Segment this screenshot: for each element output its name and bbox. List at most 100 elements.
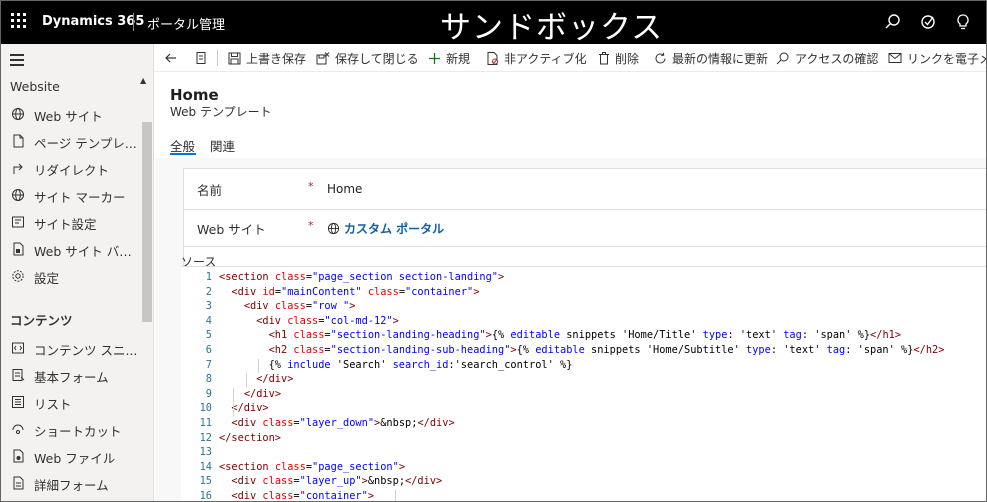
search-icon[interactable] bbox=[883, 12, 903, 32]
lightbulb-icon[interactable] bbox=[953, 12, 973, 32]
sitemap-item-site-markers[interactable]: サイト マーカー bbox=[0, 182, 140, 208]
sitemap-navigation: Website ▲ Web サイト ページ テンプレ... リダイレクト サイト… bbox=[0, 44, 154, 502]
sitemap-item-page-templates[interactable]: ページ テンプレ... bbox=[0, 128, 140, 154]
website-lookup-value: カスタム ポータル bbox=[344, 222, 445, 236]
hamburger-menu-icon[interactable] bbox=[10, 52, 26, 66]
delete-button[interactable]: 削除 bbox=[598, 44, 640, 71]
globe-icon bbox=[11, 188, 25, 202]
code-text: </section> bbox=[219, 431, 281, 444]
deactivate-button-label: 非アクティブ化 bbox=[504, 51, 587, 66]
globe-icon bbox=[11, 107, 25, 121]
page-icon bbox=[11, 134, 25, 148]
record-title: Home bbox=[170, 86, 219, 104]
sitemap-item-websites[interactable]: Web サイト bbox=[0, 101, 140, 127]
name-field-label: 名前 bbox=[197, 183, 223, 198]
field-divider bbox=[183, 246, 987, 247]
line-number: 8 bbox=[205, 373, 212, 386]
sitemap-item-content-snippets[interactable]: コンテンツ スニ... bbox=[0, 335, 140, 361]
email-icon bbox=[888, 53, 902, 63]
sitemap-item-lists[interactable]: リスト bbox=[0, 389, 140, 415]
code-text: </div> bbox=[243, 387, 282, 400]
sitemap-item-label: 基本フォーム bbox=[34, 370, 109, 385]
code-text: <div class="container"> bbox=[231, 490, 375, 502]
save-button[interactable]: 上書き保存 bbox=[228, 44, 307, 71]
code-line: 7 {% include 'Search' search_id:'search_… bbox=[181, 359, 987, 374]
code-line: 4 <div class="col-md-12"> bbox=[181, 315, 987, 330]
app-launcher-icon[interactable] bbox=[10, 12, 30, 32]
indent-guide bbox=[233, 402, 235, 417]
line-number: 1 bbox=[205, 271, 212, 283]
sitemap-item-label: ページ テンプレ... bbox=[34, 136, 137, 151]
line-number: 9 bbox=[205, 387, 212, 400]
line-number: 16 bbox=[199, 490, 212, 502]
line-number: 2 bbox=[205, 285, 212, 298]
code-line: 13 bbox=[181, 446, 987, 461]
sitemap-scrollbar[interactable] bbox=[142, 122, 152, 322]
task-icon[interactable] bbox=[918, 12, 938, 32]
website-lookup-link[interactable]: カスタム ポータル bbox=[327, 220, 444, 237]
sitemap-item-shortcuts[interactable]: ショートカット bbox=[0, 416, 140, 442]
save-button-label: 上書き保存 bbox=[246, 51, 307, 66]
snippet-icon bbox=[11, 341, 25, 355]
delete-button-label: 削除 bbox=[615, 51, 640, 66]
top-navigation-bar: Dynamics 365 ポータル管理 サンドボックス bbox=[0, 0, 987, 46]
code-line: 3 <div class="row "> bbox=[181, 300, 987, 315]
app-name[interactable]: Dynamics 365 bbox=[42, 14, 144, 29]
new-button[interactable]: 新規 bbox=[428, 44, 471, 71]
sitemap-item-site-settings[interactable]: サイト設定 bbox=[0, 209, 140, 235]
sitemap-item-basic-forms[interactable]: 基本フォーム bbox=[0, 362, 140, 388]
code-line: 1 <section class="page_section section-la… bbox=[181, 271, 987, 286]
globe-icon bbox=[327, 222, 340, 235]
sitemap-group-content: コンテンツ bbox=[10, 313, 73, 328]
area-name[interactable]: ポータル管理 bbox=[147, 14, 225, 33]
code-text: </div> bbox=[256, 373, 294, 386]
code-line: 6 <h2 class="section-landing-sub-heading… bbox=[181, 344, 987, 359]
save-and-close-button[interactable]: 保存して閉じる bbox=[316, 44, 419, 71]
field-divider bbox=[183, 209, 987, 210]
record-entity-name: Web テンプレート bbox=[170, 105, 272, 119]
sitemap-item-label: サイト設定 bbox=[34, 217, 97, 232]
refresh-button[interactable]: 最新の情報に更新 bbox=[654, 44, 768, 71]
indent-guide bbox=[233, 387, 235, 403]
back-arrow-icon bbox=[165, 53, 176, 63]
sitemap-item-redirects[interactable]: リダイレクト bbox=[0, 155, 140, 181]
line-number: 14 bbox=[199, 460, 212, 473]
deactivate-button[interactable]: 非アクティブ化 bbox=[486, 44, 587, 71]
tab-related[interactable]: 関連 bbox=[210, 136, 235, 155]
environment-banner: サンドボックス bbox=[440, 10, 664, 46]
sitemap-item-label: 設定 bbox=[34, 271, 60, 286]
sitemap-item-advanced-forms[interactable]: 詳細フォーム bbox=[0, 470, 140, 496]
check-access-icon bbox=[776, 52, 789, 64]
code-line: 12 </section> bbox=[181, 432, 987, 447]
form-view-button[interactable] bbox=[194, 44, 213, 71]
sitemap-group-website: Website bbox=[10, 79, 60, 94]
gear-icon bbox=[11, 269, 25, 283]
code-line: 11 <div class="layer_down">&nbsp;</div> bbox=[181, 417, 987, 432]
sitemap-item-settings[interactable]: 設定 bbox=[0, 263, 140, 289]
scroll-up-icon[interactable]: ▲ bbox=[140, 76, 146, 85]
sitemap-item-label: Web サイト bbox=[34, 109, 103, 124]
email-link-label: リンクを電子メー bbox=[907, 51, 987, 66]
email-link-button[interactable]: リンクを電子メー bbox=[888, 44, 987, 71]
source-code-editor[interactable]: 1 <section class="page_section section-la… bbox=[181, 266, 987, 502]
back-button[interactable] bbox=[164, 44, 183, 71]
sitemap-item-web-files[interactable]: Web ファイル bbox=[0, 443, 140, 469]
refresh-icon bbox=[655, 52, 666, 63]
new-button-label: 新規 bbox=[446, 51, 471, 66]
code-text: {% include 'Search' search_id:'search_co… bbox=[219, 358, 573, 371]
check-access-button[interactable]: アクセスの確認 bbox=[776, 44, 878, 71]
trash-icon bbox=[599, 51, 609, 64]
advanced-form-icon bbox=[11, 476, 25, 490]
sitemap-item-website-bindings[interactable]: Web サイト バイ... bbox=[0, 236, 140, 262]
code-text: <div id="mainContent" class="container"> bbox=[231, 285, 480, 298]
sitemap-item-label: Web ファイル bbox=[34, 451, 116, 466]
line-number: 7 bbox=[205, 358, 212, 371]
form-view-icon bbox=[196, 52, 206, 64]
required-indicator: * bbox=[308, 219, 314, 232]
code-line: 5 <h1 class="section-landing-heading">{%… bbox=[181, 329, 987, 344]
line-number: 10 bbox=[199, 402, 212, 415]
code-line: 10 </div> bbox=[181, 402, 987, 417]
name-field-input[interactable]: Home bbox=[327, 182, 362, 196]
code-text: <div class="col-md-12"> bbox=[256, 314, 399, 327]
save-and-close-label: 保存して閉じる bbox=[335, 51, 419, 66]
